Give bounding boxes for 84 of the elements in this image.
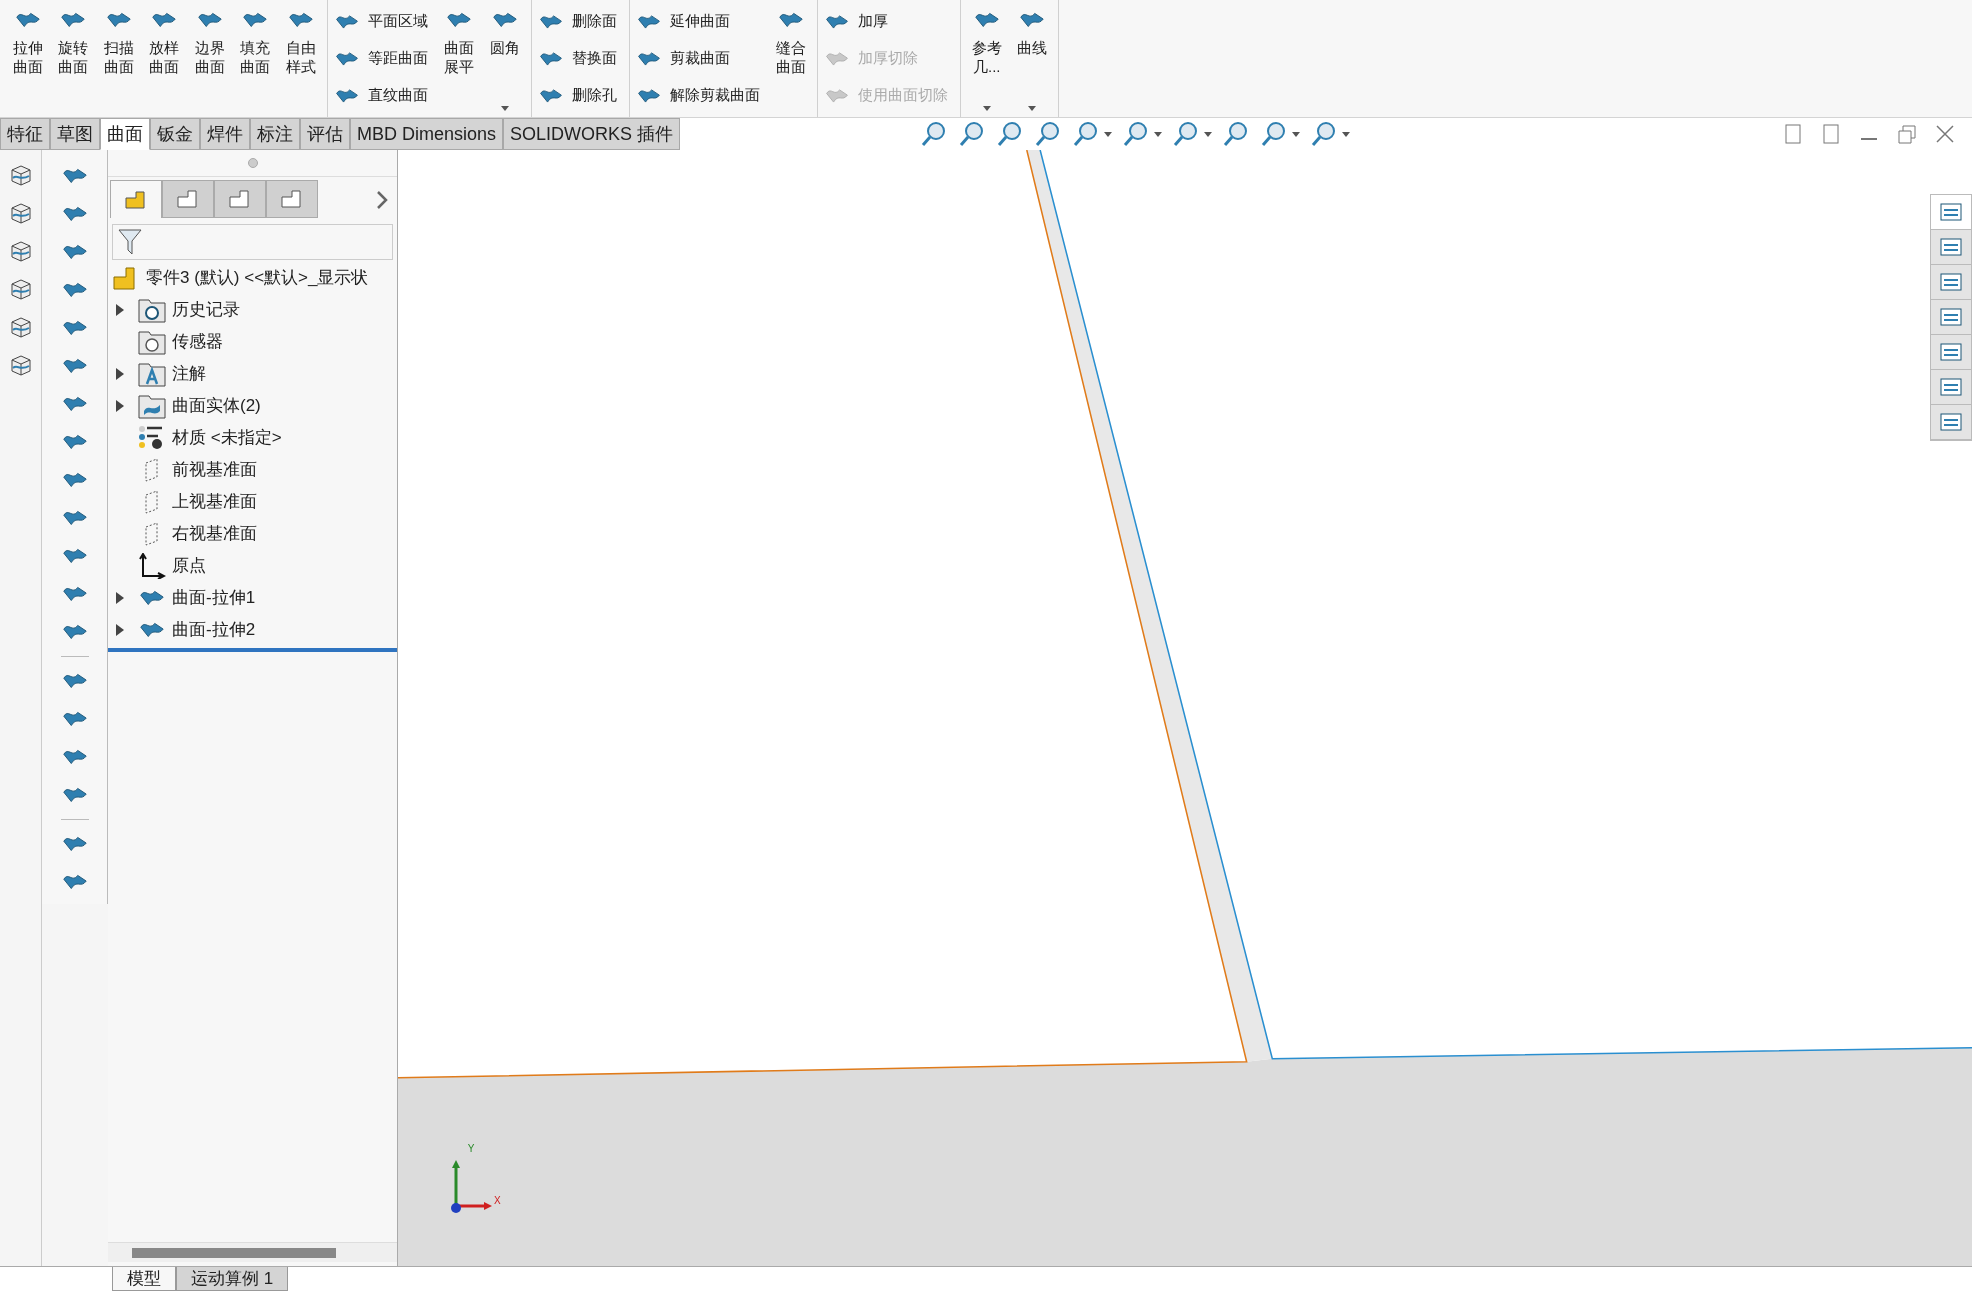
filter-icon (117, 228, 143, 256)
ribbon-button[interactable]: 旋转曲面 (53, 0, 93, 76)
axis-label: X (494, 1194, 501, 1208)
axis-label: Y (467, 1142, 475, 1156)
origin-icon (138, 553, 166, 579)
expand-arrow-icon[interactable] (116, 592, 124, 604)
tree-item-label[interactable]: 曲面-拉伸2 (172, 617, 256, 643)
ribbon-button[interactable]: 缝合曲面 (771, 0, 811, 76)
task-pane-icon (1938, 200, 1964, 224)
tree-item-label[interactable]: 传感器 (172, 329, 223, 355)
ribbon-button[interactable]: 曲面展平 (439, 0, 479, 76)
panel-tab[interactable] (214, 180, 266, 218)
expand-arrow-icon[interactable] (116, 624, 124, 636)
ribbon-button[interactable]: 圆角 (485, 0, 525, 57)
ribbon-button[interactable]: 延伸曲面 (635, 6, 766, 37)
task-pane-icon (1938, 410, 1964, 434)
task-pane-icon (1938, 270, 1964, 294)
ribbon-tab[interactable]: 特征 (0, 118, 50, 150)
ribbon-button[interactable]: 等距曲面 (333, 43, 434, 74)
ribbon-tab[interactable]: 钣金 (150, 118, 200, 150)
close-icon[interactable] (1934, 123, 1956, 145)
model-tab[interactable]: 模型 (112, 1267, 176, 1291)
ribbon-button[interactable]: 平面区域 (333, 6, 434, 37)
ribbon-button[interactable]: 删除面 (537, 6, 623, 37)
task-pane-icon (1938, 305, 1964, 329)
restore-icon[interactable] (1896, 123, 1918, 145)
caret-icon (1342, 131, 1351, 137)
tree-item-label[interactable]: 曲面实体(2) (172, 393, 261, 419)
ribbon-button[interactable]: 直纹曲面 (333, 80, 434, 111)
tree-item-label[interactable]: 历史记录 (172, 297, 240, 323)
ribbon-tab[interactable]: 草图 (50, 118, 100, 150)
ribbon-button[interactable]: 放样曲面 (144, 0, 184, 76)
ribbon-tab[interactable]: MBD Dimensions (350, 118, 504, 150)
ribbon-button[interactable]: 填充曲面 (235, 0, 275, 76)
chevron-right-icon[interactable] (375, 190, 389, 210)
caret-icon (1028, 106, 1037, 111)
caret-icon (1292, 131, 1301, 137)
panel-tab[interactable] (266, 180, 318, 218)
tree-item-label[interactable]: 注解 (172, 361, 206, 387)
filter-field[interactable] (112, 224, 393, 260)
ribbon-tab[interactable]: 标注 (250, 118, 300, 150)
caret-icon (500, 106, 509, 111)
task-pane-tab[interactable] (1931, 195, 1971, 230)
ribbon-button[interactable]: 解除剪裁曲面 (635, 80, 766, 111)
folder-icon (138, 329, 166, 355)
scrollbar-thumb[interactable] (132, 1247, 336, 1258)
task-pane-icon (1938, 340, 1964, 364)
ribbon-button[interactable]: 扫描曲面 (99, 0, 139, 76)
folder-icon (138, 297, 166, 323)
expand-arrow-icon[interactable] (116, 400, 124, 412)
tree-item-label[interactable]: 前视基准面 (172, 457, 257, 483)
ribbon-tab[interactable]: 曲面 (100, 118, 150, 150)
tree-root-label[interactable]: 零件3 (默认) <<默认>_显示状 (146, 265, 369, 291)
tree-item-label[interactable]: 材质 <未指定> (172, 425, 282, 451)
ribbon-button[interactable]: 边界曲面 (190, 0, 230, 76)
task-pane-icon (1938, 235, 1964, 259)
task-pane-icon (1938, 375, 1964, 399)
expand-arrow-icon[interactable] (116, 368, 124, 380)
tree-item-label[interactable]: 上视基准面 (172, 489, 257, 515)
caret-icon (982, 106, 991, 111)
caret-icon (1204, 131, 1213, 137)
panel-grip-icon[interactable] (247, 158, 258, 168)
ribbon-tab[interactable]: SOLIDWORKS 插件 (503, 118, 681, 150)
tree-item-label[interactable]: 原点 (172, 553, 206, 579)
ribbon-button[interactable]: 删除孔 (537, 80, 623, 111)
ribbon-button[interactable]: 替换面 (537, 43, 623, 74)
folder-icon (138, 393, 166, 419)
panel-tab[interactable] (110, 180, 162, 218)
caret-icon (1154, 131, 1163, 137)
expand-arrow-icon[interactable] (116, 304, 124, 316)
tree-item-label[interactable]: 曲面-拉伸1 (172, 585, 256, 611)
ribbon-button[interactable]: 自由样式 (281, 0, 321, 76)
ribbon-tab[interactable]: 评估 (300, 118, 350, 150)
tree-item-label[interactable]: 右视基准面 (172, 521, 257, 547)
model-tab[interactable]: 运动算例 1 (176, 1267, 289, 1291)
ribbon-button[interactable]: 曲线 (1012, 0, 1052, 57)
ribbon-button[interactable]: 加厚 (824, 6, 954, 37)
ribbon-button[interactable]: 剪裁曲面 (635, 43, 766, 74)
folder-icon (138, 361, 166, 387)
panel-tab[interactable] (162, 180, 214, 218)
ribbon-button[interactable]: 拉伸曲面 (8, 0, 48, 76)
caret-icon (1104, 131, 1113, 137)
ribbon-button[interactable]: 参考几... (967, 0, 1007, 76)
ribbon-tab[interactable]: 焊件 (200, 118, 250, 150)
